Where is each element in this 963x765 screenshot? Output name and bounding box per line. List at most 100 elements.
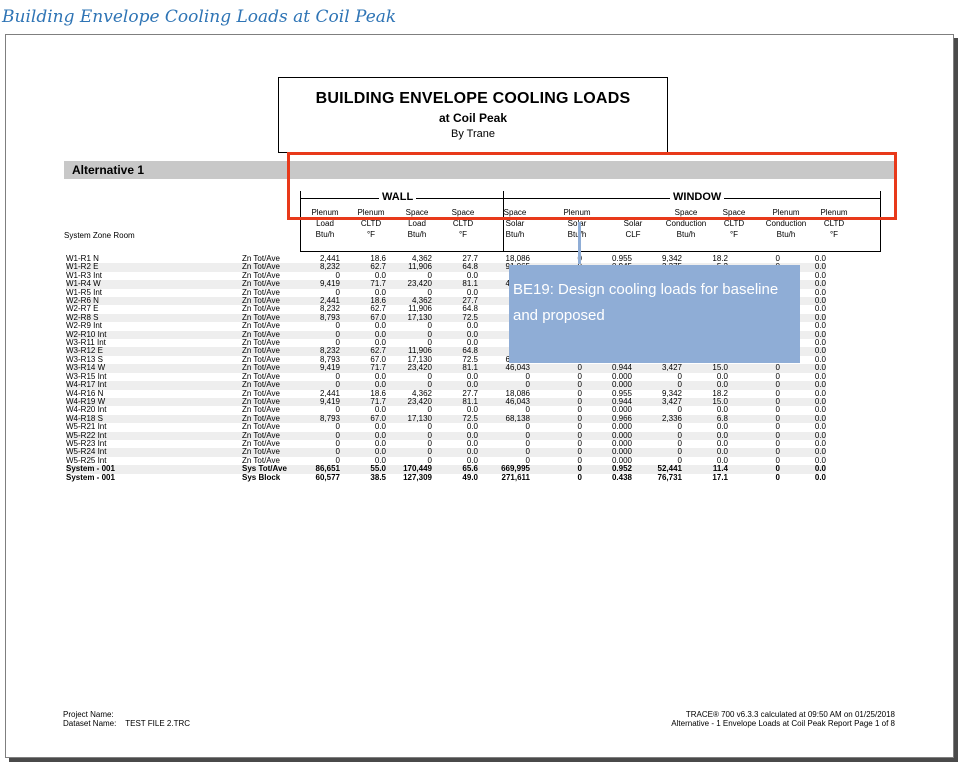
value-cell: 3,427 [632,363,682,373]
value-cell: 17,130 [386,313,432,323]
value-cell: 0.438 [611,472,632,482]
value-cell: 0 [427,438,432,448]
table-row: W1-R1 N Zn Tot/Ave 2,441 18.6 4,362 27.7 18,08… [66,254,826,263]
value-cell: 0 [530,380,582,390]
value-cell: 0 [775,405,780,415]
value-cell: 9,419 [294,363,340,373]
value-cell: 0 [294,431,340,440]
value-cell: 0 [728,431,780,440]
value-cell: 0 [577,405,582,415]
value-cell: 23,420 [386,279,432,289]
value-cell: 0 [525,371,530,381]
value-cell: 0 [577,422,582,432]
table-row: W5-R24 Int Zn Tot/Ave 0 0.0 0 0.0 0 0 0.000 0 0.0 0… [66,447,826,457]
footer-left: Project Name: Dataset Name: TEST FILE 2.… [63,710,190,728]
value-cell: 0 [632,431,682,440]
value-cell: 49.0 [462,472,478,482]
column-header-line: Btu/h [407,230,427,239]
column-header-line: °F [729,230,739,239]
table-row: W4-R19 W Zn Tot/Ave 9,419 71.7 23,420 81.1 46,… [66,397,826,407]
value-cell: 0 [530,431,582,440]
value-cell: 0 [728,363,780,373]
value-cell: 0 [728,397,780,407]
value-cell: 0 [632,447,682,457]
table-row: W3-R14 W Zn Tot/Ave 9,419 71.7 23,420 81.1 46,… [66,363,826,373]
value-cell: 127,309 [403,472,432,482]
value-cell: 0 [478,447,530,457]
value-cell: 0 [530,464,582,474]
report-title-box: BUILDING ENVELOPE COOLING LOADS at Coil … [278,77,668,153]
value-cell: 0 [294,447,340,457]
value-cell: 23,420 [386,363,432,373]
value-cell: 0 [577,371,582,381]
value-cell: 17,130 [386,414,432,424]
value-cell: 60,577 [315,472,340,482]
report-title: BUILDING ENVELOPE COOLING LOADS [315,90,631,107]
row-header-label: System Zone Room [64,231,135,240]
value-cell: 76,731 [657,472,682,482]
value-cell: 0.0 [814,472,826,482]
value-cell: 0 [335,321,340,331]
column-header-line: Btu/h [676,230,696,239]
table-row: W5-R22 Int Zn Tot/Ave 0 0.0 0 0.0 0 0 0.000 0 0.0 0… [66,431,826,440]
dataset-name-value: TEST FILE 2.TRC [125,719,191,728]
value-cell: 0 [335,371,340,381]
table-row: W5-R23 Int Zn Tot/Ave 0 0.0 0 0.0 0 0 0.000 0 0.0 0… [66,438,826,448]
value-cell: 9,419 [294,279,340,289]
value-cell: 23,420 [386,397,432,407]
value-cell: 0 [335,438,340,448]
report-subtitle: at Coil Peak [438,111,508,125]
value-cell: 0 [386,431,432,440]
basis-cell: Sys Block [242,472,281,482]
value-cell: 0 [525,438,530,448]
value-cell: 0 [478,431,530,440]
value-cell: 0 [677,371,682,381]
value-cell: 46,043 [478,363,530,373]
footer-right: TRACE® 700 v6.3.3 calculated at 09:50 AM… [671,710,895,728]
value-cell: 0 [577,388,582,398]
column-header-line: Btu/h [776,230,796,239]
table-row: W4-R18 S Zn Tot/Ave 8,793 67.0 17,130 72.5 68,… [66,414,826,424]
highlight-box [287,152,897,220]
value-cell: 8,793 [294,313,340,323]
value-cell: 0 [530,363,582,373]
value-cell: 9,419 [294,397,340,407]
value-cell: 0 [386,447,432,457]
callout-annotation: BE19: Design cooling loads for baseline … [509,265,800,363]
value-cell: 11,906 [386,262,432,272]
column-header-line: °F [458,230,468,239]
calc-timestamp: TRACE® 700 v6.3.3 calculated at 09:50 AM… [685,710,895,719]
column-header-line: °F [366,230,376,239]
value-cell: 0 [427,321,432,331]
value-cell: 0 [294,330,340,340]
value-cell: 0 [775,422,780,432]
value-cell: 46,043 [478,397,530,407]
value-cell: 0 [775,388,780,398]
value-cell: 0 [530,447,582,457]
report-page-info: Alternative - 1 Envelope Loads at Coil P… [671,719,895,728]
value-cell: 0 [677,422,682,432]
value-cell: 0 [427,422,432,432]
dataset-name-label: Dataset Name: [63,719,117,728]
value-cell: 0 [530,254,582,263]
table-row: W5-R25 Int Zn Tot/Ave 0 0.0 0 0.0 0 0 0.000 0 0.0 0… [66,455,826,465]
value-cell: 0 [386,330,432,340]
value-cell: 0 [728,464,780,474]
column-header-line: CLF [625,230,641,239]
table-row: System - 001 Sys Block 60,577 38.5 127,309 49… [66,472,826,482]
value-cell: 0 [335,422,340,432]
value-cell: 0 [775,472,780,482]
value-cell: 0 [775,455,780,465]
value-cell: 0 [728,414,780,424]
value-cell: 0 [775,438,780,448]
document-caption: Building Envelope Cooling Loads at Coil … [2,7,397,27]
value-cell: 0 [775,254,780,263]
report-byline: By Trane [450,128,496,140]
value-cell: 38.5 [370,472,386,482]
room-name-cell: System - 001 [66,472,115,482]
column-header-line: °F [829,230,839,239]
value-cell: 0 [677,438,682,448]
column-header-line: Btu/h [505,230,525,239]
callout-connector [578,222,581,264]
report-page: BUILDING ENVELOPE COOLING LOADS at Coil … [5,34,954,758]
